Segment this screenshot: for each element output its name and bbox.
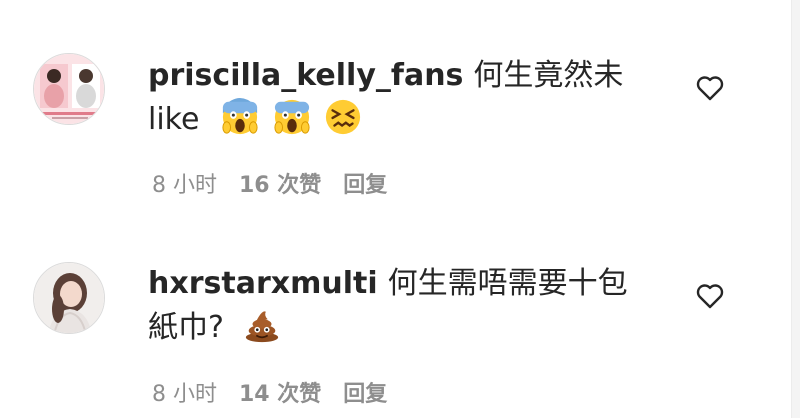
heart-outline-icon[interactable] bbox=[694, 280, 726, 312]
comment-text: like bbox=[148, 102, 200, 137]
comment-username[interactable]: priscilla_kelly_fans bbox=[148, 58, 463, 93]
comment-body: hxrstarxmulti 何生需唔需要十包 紙巾? bbox=[148, 262, 658, 350]
reply-button[interactable]: 回复 bbox=[343, 173, 387, 198]
profile-photo-icon bbox=[34, 263, 104, 333]
comment-time[interactable]: 8 小时 bbox=[152, 173, 217, 198]
heart-outline-icon[interactable] bbox=[694, 72, 726, 104]
poop-emoji-icon bbox=[246, 310, 279, 342]
scream-emoji-icon bbox=[273, 99, 310, 134]
scream-emoji-icon bbox=[222, 97, 258, 134]
avatar[interactable] bbox=[33, 262, 105, 334]
comment-username[interactable]: hxrstarxmulti bbox=[148, 266, 378, 301]
confounded-emoji-icon bbox=[325, 99, 361, 134]
scrollbar[interactable] bbox=[791, 0, 800, 418]
comment-meta: 8 小时 14 次赞 回复 bbox=[152, 380, 409, 410]
comment-body: priscilla_kelly_fans 何生竟然未 like bbox=[148, 54, 658, 142]
avatar[interactable] bbox=[33, 53, 105, 125]
profile-photo-icon bbox=[34, 54, 104, 124]
reply-button[interactable]: 回复 bbox=[343, 382, 387, 407]
comment-text: 何生需唔需要十包 bbox=[387, 266, 628, 301]
comment-text: 何生竟然未 bbox=[473, 58, 624, 93]
comment-like-count[interactable]: 14 次赞 bbox=[239, 382, 321, 407]
comment-time[interactable]: 8 小时 bbox=[152, 382, 217, 407]
comment-text: 紙巾? bbox=[148, 310, 224, 345]
comment-like-count[interactable]: 16 次赞 bbox=[239, 173, 321, 198]
comment-meta: 8 小时 16 次赞 回复 bbox=[152, 171, 409, 201]
comments-panel: priscilla_kelly_fans 何生竟然未 like 8 小时 16 … bbox=[0, 0, 800, 418]
